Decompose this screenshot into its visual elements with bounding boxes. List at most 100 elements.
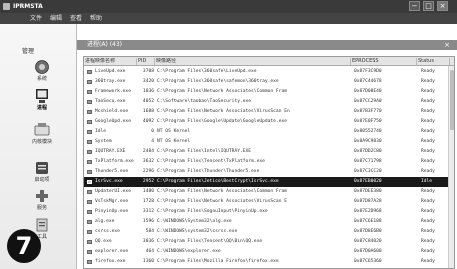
table-row[interactable]: GoogleUpd.exe 4092 C:\Program Files\Google… [84, 117, 454, 127]
image-path-cell: C:\Program Files\Mozilla Firefox\firefox… [157, 259, 279, 264]
process-file-icon [87, 200, 92, 204]
status-cell: Ready [421, 69, 435, 74]
column-header-pid[interactable]: PID [137, 58, 155, 65]
column-header-name[interactable]: 进程映像名称 [84, 58, 137, 65]
status-cell: Ready [421, 249, 435, 254]
menu-edit[interactable]: 编辑 [50, 14, 62, 23]
menu-bar: 文件 编辑 查看 帮助 [0, 13, 457, 24]
process-name-cell: GoogleUpd.exe [95, 119, 131, 124]
eprocess-cell: 0x87C65360 [354, 259, 382, 264]
pid-cell: 1596 [142, 219, 154, 224]
eprocess-cell: 0x8A9C9830 [354, 139, 382, 144]
pid-cell: 3708 [142, 69, 154, 74]
process-name-cell: VsTskMgr.exe [95, 199, 129, 204]
pid-cell: 584 [145, 229, 154, 234]
process-file-icon [87, 150, 92, 154]
panel-close-button[interactable]: × [444, 40, 450, 50]
column-header-path[interactable]: 映像路径 [155, 58, 351, 65]
image-path-cell: C:\Program Files\SogouInput\PinyinUp.exe [157, 209, 268, 214]
eprocess-cell: 0x87DD2C80 [354, 149, 382, 154]
pid-cell: 1688 [142, 109, 154, 114]
table-row[interactable]: Idle 0 NT OS Kernel 0x80552740 Ready [84, 127, 454, 137]
status-cell: Ready [421, 89, 435, 94]
sidebar-item-system[interactable]: 系统 [22, 59, 62, 83]
table-row[interactable]: Mcshield.exe 1688 C:\Program Files\Network… [84, 107, 454, 117]
pid-cell: 3036 [142, 239, 154, 244]
process-file-icon [87, 110, 92, 114]
table-row[interactable]: csrss.exe 584 C:\WINDOWS\system32\csrss.ex… [84, 227, 454, 237]
status-cell: Ready [421, 229, 435, 234]
process-file-icon [87, 140, 92, 144]
table-row[interactable]: alg.exe 1596 C:\WINDOWS\System32\alg.exe 0x… [84, 217, 454, 227]
pid-cell: 4092 [142, 119, 154, 124]
pid-cell: 2296 [142, 169, 154, 174]
eprocess-cell: 0x87C3CC20 [354, 169, 382, 174]
close-window-button[interactable]: × [437, 1, 448, 11]
process-file-icon [87, 210, 92, 214]
eprocess-cell: 0x87C71798 [354, 159, 382, 164]
vertical-scrollbar[interactable] [448, 66, 454, 268]
process-name-cell: Mcshield.exe [95, 109, 129, 114]
eprocess-cell: 0x87D08E40 [354, 89, 382, 94]
app-window: IPRMSTA − □ × 文件 编辑 查看 帮助 管理 系统 进程 内核模块 … [0, 0, 457, 269]
maximize-button[interactable]: □ [423, 1, 434, 11]
tools-icon [36, 218, 48, 232]
image-path-cell: C:\Program Files\Network Associates\Viru… [157, 199, 287, 204]
process-name-cell: LiveUpd.exe [95, 69, 126, 74]
sidebar-item-label: 启动项 [34, 177, 50, 183]
process-file-icon [87, 180, 92, 184]
table-row[interactable]: 360tray.exe 3420 C:\Program Files\360safe\… [84, 77, 454, 87]
sidebar-item-kernel-module[interactable]: 内核模块 [22, 122, 62, 146]
eprocess-cell: 0x87C44678 [354, 79, 382, 84]
eprocess-cell: 0x87E0F750 [354, 119, 382, 124]
table-row[interactable]: TxPlatform.exe 3632 C:\Program Files\Tence… [84, 157, 454, 167]
image-path-cell: C:\Program Files\Intel\IQUTRAY.EXE [157, 149, 252, 154]
table-row[interactable]: System 4 NT OS Kernel 0x8A9C9830 Ready [84, 137, 454, 147]
status-cell: Ready [421, 219, 435, 224]
process-file-icon [87, 160, 92, 164]
process-name-cell: 360tray.exe [95, 79, 126, 84]
process-name-cell: QQ.exe [95, 239, 112, 244]
image-path-cell: C:\Program Files\Network Associates\Viru… [157, 109, 290, 114]
table-row[interactable]: firefox.exe 1360 C:\Program Files\Mozilla … [84, 257, 454, 267]
process-name-cell: Thunder5.exe [95, 169, 129, 174]
process-file-icon [87, 220, 92, 224]
eprocess-cell: 0x87DEE380 [354, 189, 382, 194]
pid-cell: 4 [151, 139, 154, 144]
table-row[interactable]: Thunder5.exe 2296 C:\Program Files\Thunder… [84, 167, 454, 177]
minimize-button[interactable]: − [409, 1, 420, 11]
process-panel: 进程(A) (43) × 进程映像名称 PID 映像路径 EPROCESS St… [76, 24, 457, 269]
table-row[interactable]: explorer.exe 464 C:\WINDOWS\explorer.exe 0x… [84, 247, 454, 257]
table-row[interactable]: QQ.exe 3036 C:\Program Files\Tencent\QQ\Bi… [84, 237, 454, 247]
image-path-cell: C:\Program Files\360safe\safemon\360tray… [157, 79, 279, 84]
table-row[interactable]: TaoSecu.exe 4052 C:\Software\taobao\TaoSec… [84, 97, 454, 107]
column-header-eprocess[interactable]: EPROCESS [351, 58, 417, 65]
image-path-cell: C:\WINDOWS\System32\alg.exe [157, 219, 232, 224]
column-header-status[interactable]: Status [417, 58, 450, 65]
process-file-icon [87, 240, 92, 244]
table-row[interactable]: IsrSvc.exe 2952 C:\Program Files\Jetico\Be… [84, 177, 454, 187]
scrollbar-thumb[interactable] [450, 70, 454, 130]
sidebar-item-startup[interactable]: 启动项 [22, 160, 62, 184]
table-row[interactable]: LiveUpd.exe 3708 C:\Program Files\360safe\… [84, 67, 454, 77]
system-icon [35, 60, 49, 74]
menu-help[interactable]: 帮助 [90, 14, 102, 23]
table-row[interactable]: Framework.exe 1836 C:\Program Files\Networ… [84, 87, 454, 97]
sidebar-item-process[interactable]: 进程 [22, 88, 62, 112]
sidebar-item-service[interactable]: 服务 [22, 188, 62, 212]
menu-file[interactable]: 文件 [30, 14, 42, 23]
eprocess-cell: 0x87C84020 [354, 239, 382, 244]
status-cell: Ready [421, 109, 435, 114]
pid-cell: 2952 [142, 179, 154, 184]
status-cell: Ready [421, 139, 435, 144]
image-path-cell: C:\WINDOWS\system32\csrss.exe [157, 229, 238, 234]
table-row[interactable]: IQUTRAY.EXE 2484 C:\Program Files\Intel\IQ… [84, 147, 454, 157]
image-path-cell: C:\Program Files\Network Associates\Comm… [157, 89, 287, 94]
process-file-icon [87, 170, 92, 174]
table-row[interactable]: VsTskMgr.exe 1728 C:\Program Files\Network… [84, 197, 454, 207]
menu-view[interactable]: 查看 [70, 14, 82, 23]
table-row[interactable]: PinyinUp.exe 3312 C:\Program Files\SogouIn… [84, 207, 454, 217]
process-file-icon [87, 70, 92, 74]
process-file-icon [87, 120, 92, 124]
table-row[interactable]: UpdaterUI.exe 1480 C:\Program Files\Networ… [84, 187, 454, 197]
